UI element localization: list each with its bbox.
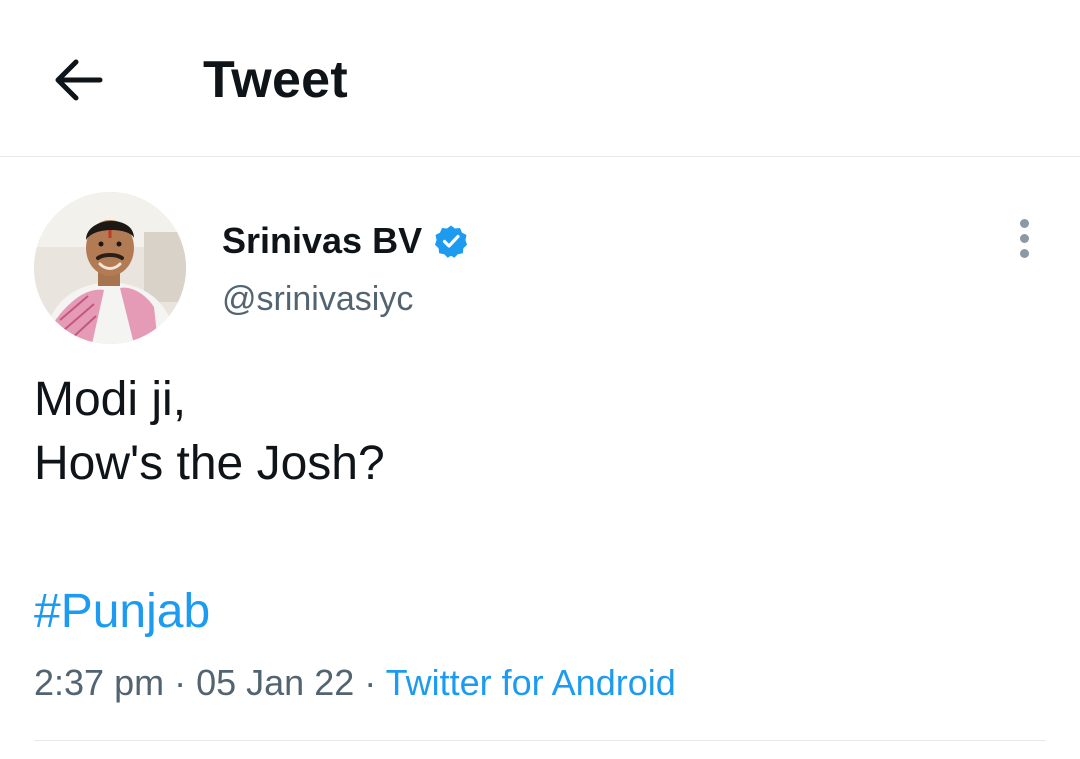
avatar[interactable] (34, 192, 186, 344)
author-display-name[interactable]: Srinivas BV (222, 220, 422, 262)
tweet-text-line: How's the Josh? (34, 437, 385, 490)
meta-separator: · (174, 662, 187, 703)
verified-badge-icon (435, 225, 468, 258)
tweet-text: Modi ji, How's the Josh? (34, 368, 385, 496)
hashtag-link[interactable]: #Punjab (34, 580, 210, 644)
tweet-source-link[interactable]: Twitter for Android (386, 662, 676, 703)
author-handle[interactable]: @srinivasiyc (222, 279, 413, 319)
profile-photo (34, 192, 186, 344)
tweet-text-line: Modi ji, (34, 373, 187, 426)
divider (34, 740, 1046, 741)
more-vertical-icon (1019, 218, 1029, 228)
author-name-row[interactable]: Srinivas BV (222, 220, 468, 262)
tweet-metadata: 2:37 pm · 05 Jan 22 · Twitter for Androi… (34, 660, 676, 706)
meta-separator: · (364, 662, 377, 703)
tweet-date[interactable]: 05 Jan 22 (196, 662, 354, 703)
arrow-left-icon (55, 59, 103, 101)
back-button[interactable] (48, 50, 108, 110)
page-title: Tweet (203, 51, 349, 109)
more-options-button[interactable] (1004, 213, 1044, 263)
tweet-time[interactable]: 2:37 pm (34, 662, 164, 703)
top-app-bar: Tweet (0, 0, 1080, 157)
